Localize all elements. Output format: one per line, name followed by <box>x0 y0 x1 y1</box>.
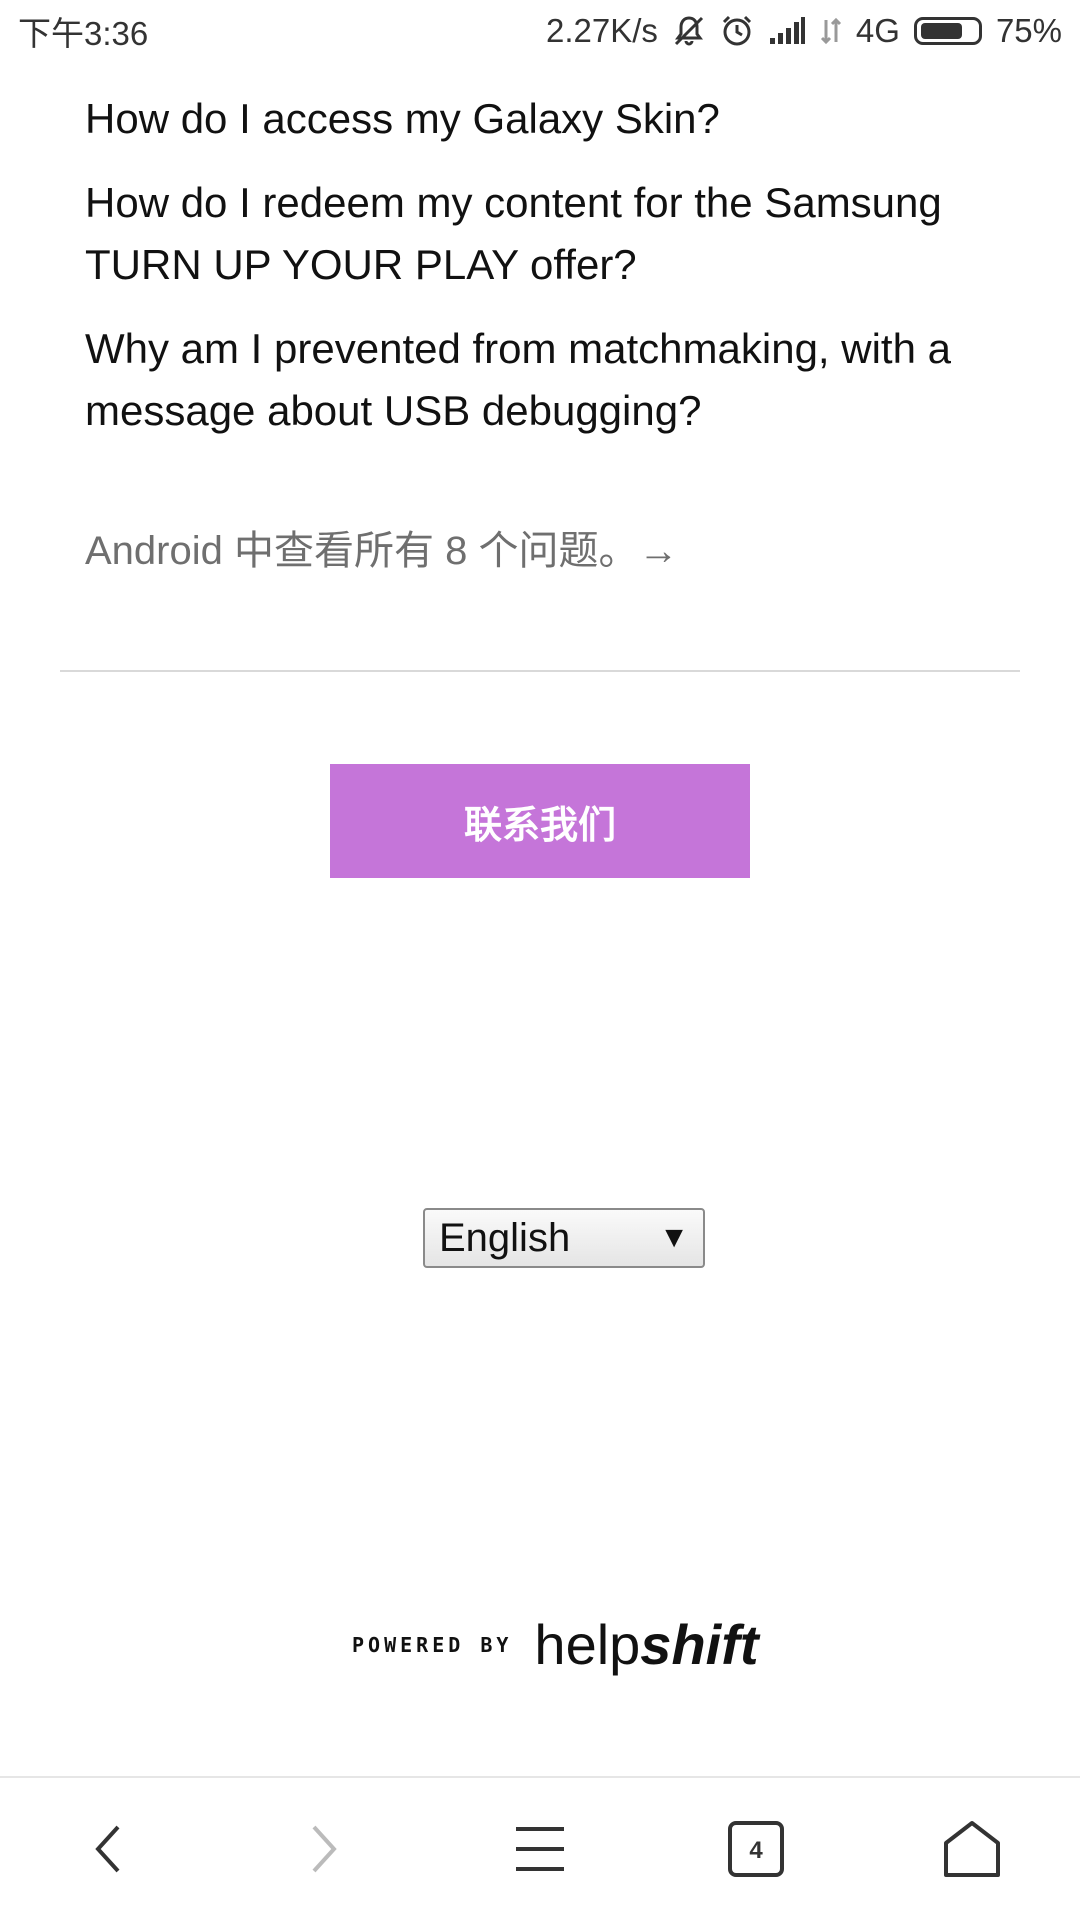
contact-us-button[interactable]: 联系我们 <box>330 764 750 878</box>
status-bar: 下午3:36 2.27K/s 4G 75% <box>0 0 1080 62</box>
home-icon <box>944 1821 1000 1877</box>
browser-nav-bar: 4 <box>0 1776 1080 1920</box>
home-button[interactable] <box>912 1789 1032 1909</box>
brand-part1: help <box>534 1613 641 1676</box>
status-time: 下午3:36 <box>18 15 149 52</box>
data-arrows-icon <box>820 16 842 46</box>
language-selected: English <box>439 1215 571 1260</box>
forward-icon <box>312 1825 337 1873</box>
back-button[interactable] <box>48 1789 168 1909</box>
network-type: 4G <box>855 12 900 49</box>
dropdown-arrow-icon: ▼ <box>659 1221 689 1254</box>
alarm-icon <box>720 14 754 48</box>
status-right: 2.27K/s 4G 75% <box>546 12 1062 50</box>
menu-button[interactable] <box>480 1789 600 1909</box>
net-speed: 2.27K/s <box>545 12 658 49</box>
divider <box>60 670 1020 672</box>
view-all-link[interactable]: Android 中查看所有 8 个问题。→ <box>85 518 678 576</box>
brand-part2: shift <box>640 1613 759 1676</box>
tabs-icon: 4 <box>728 1821 784 1877</box>
tab-count: 4 <box>749 1837 763 1864</box>
tabs-button[interactable]: 4 <box>696 1789 816 1909</box>
faq-item[interactable]: How do I access my Galaxy Skin? <box>85 88 985 150</box>
battery-icon <box>913 17 982 45</box>
powered-by: POWERED BY help shift <box>352 1612 759 1677</box>
signal-icon <box>768 16 806 46</box>
forward-button[interactable] <box>264 1789 384 1909</box>
faq-item[interactable]: Why am I prevented from matchmaking, wit… <box>85 318 985 442</box>
mute-icon <box>672 14 706 48</box>
battery-fill <box>920 23 962 39</box>
faq-item[interactable]: How do I redeem my content for the Samsu… <box>85 172 985 296</box>
back-icon <box>95 1825 120 1873</box>
faq-list: How do I access my Galaxy Skin? How do I… <box>85 88 985 464</box>
menu-icon <box>516 1827 564 1871</box>
language-select[interactable]: English ▼ <box>423 1208 705 1268</box>
powered-by-label: POWERED BY <box>352 1632 513 1657</box>
battery-percent: 75% <box>995 12 1062 49</box>
helpshift-logo: help shift <box>534 1612 758 1677</box>
